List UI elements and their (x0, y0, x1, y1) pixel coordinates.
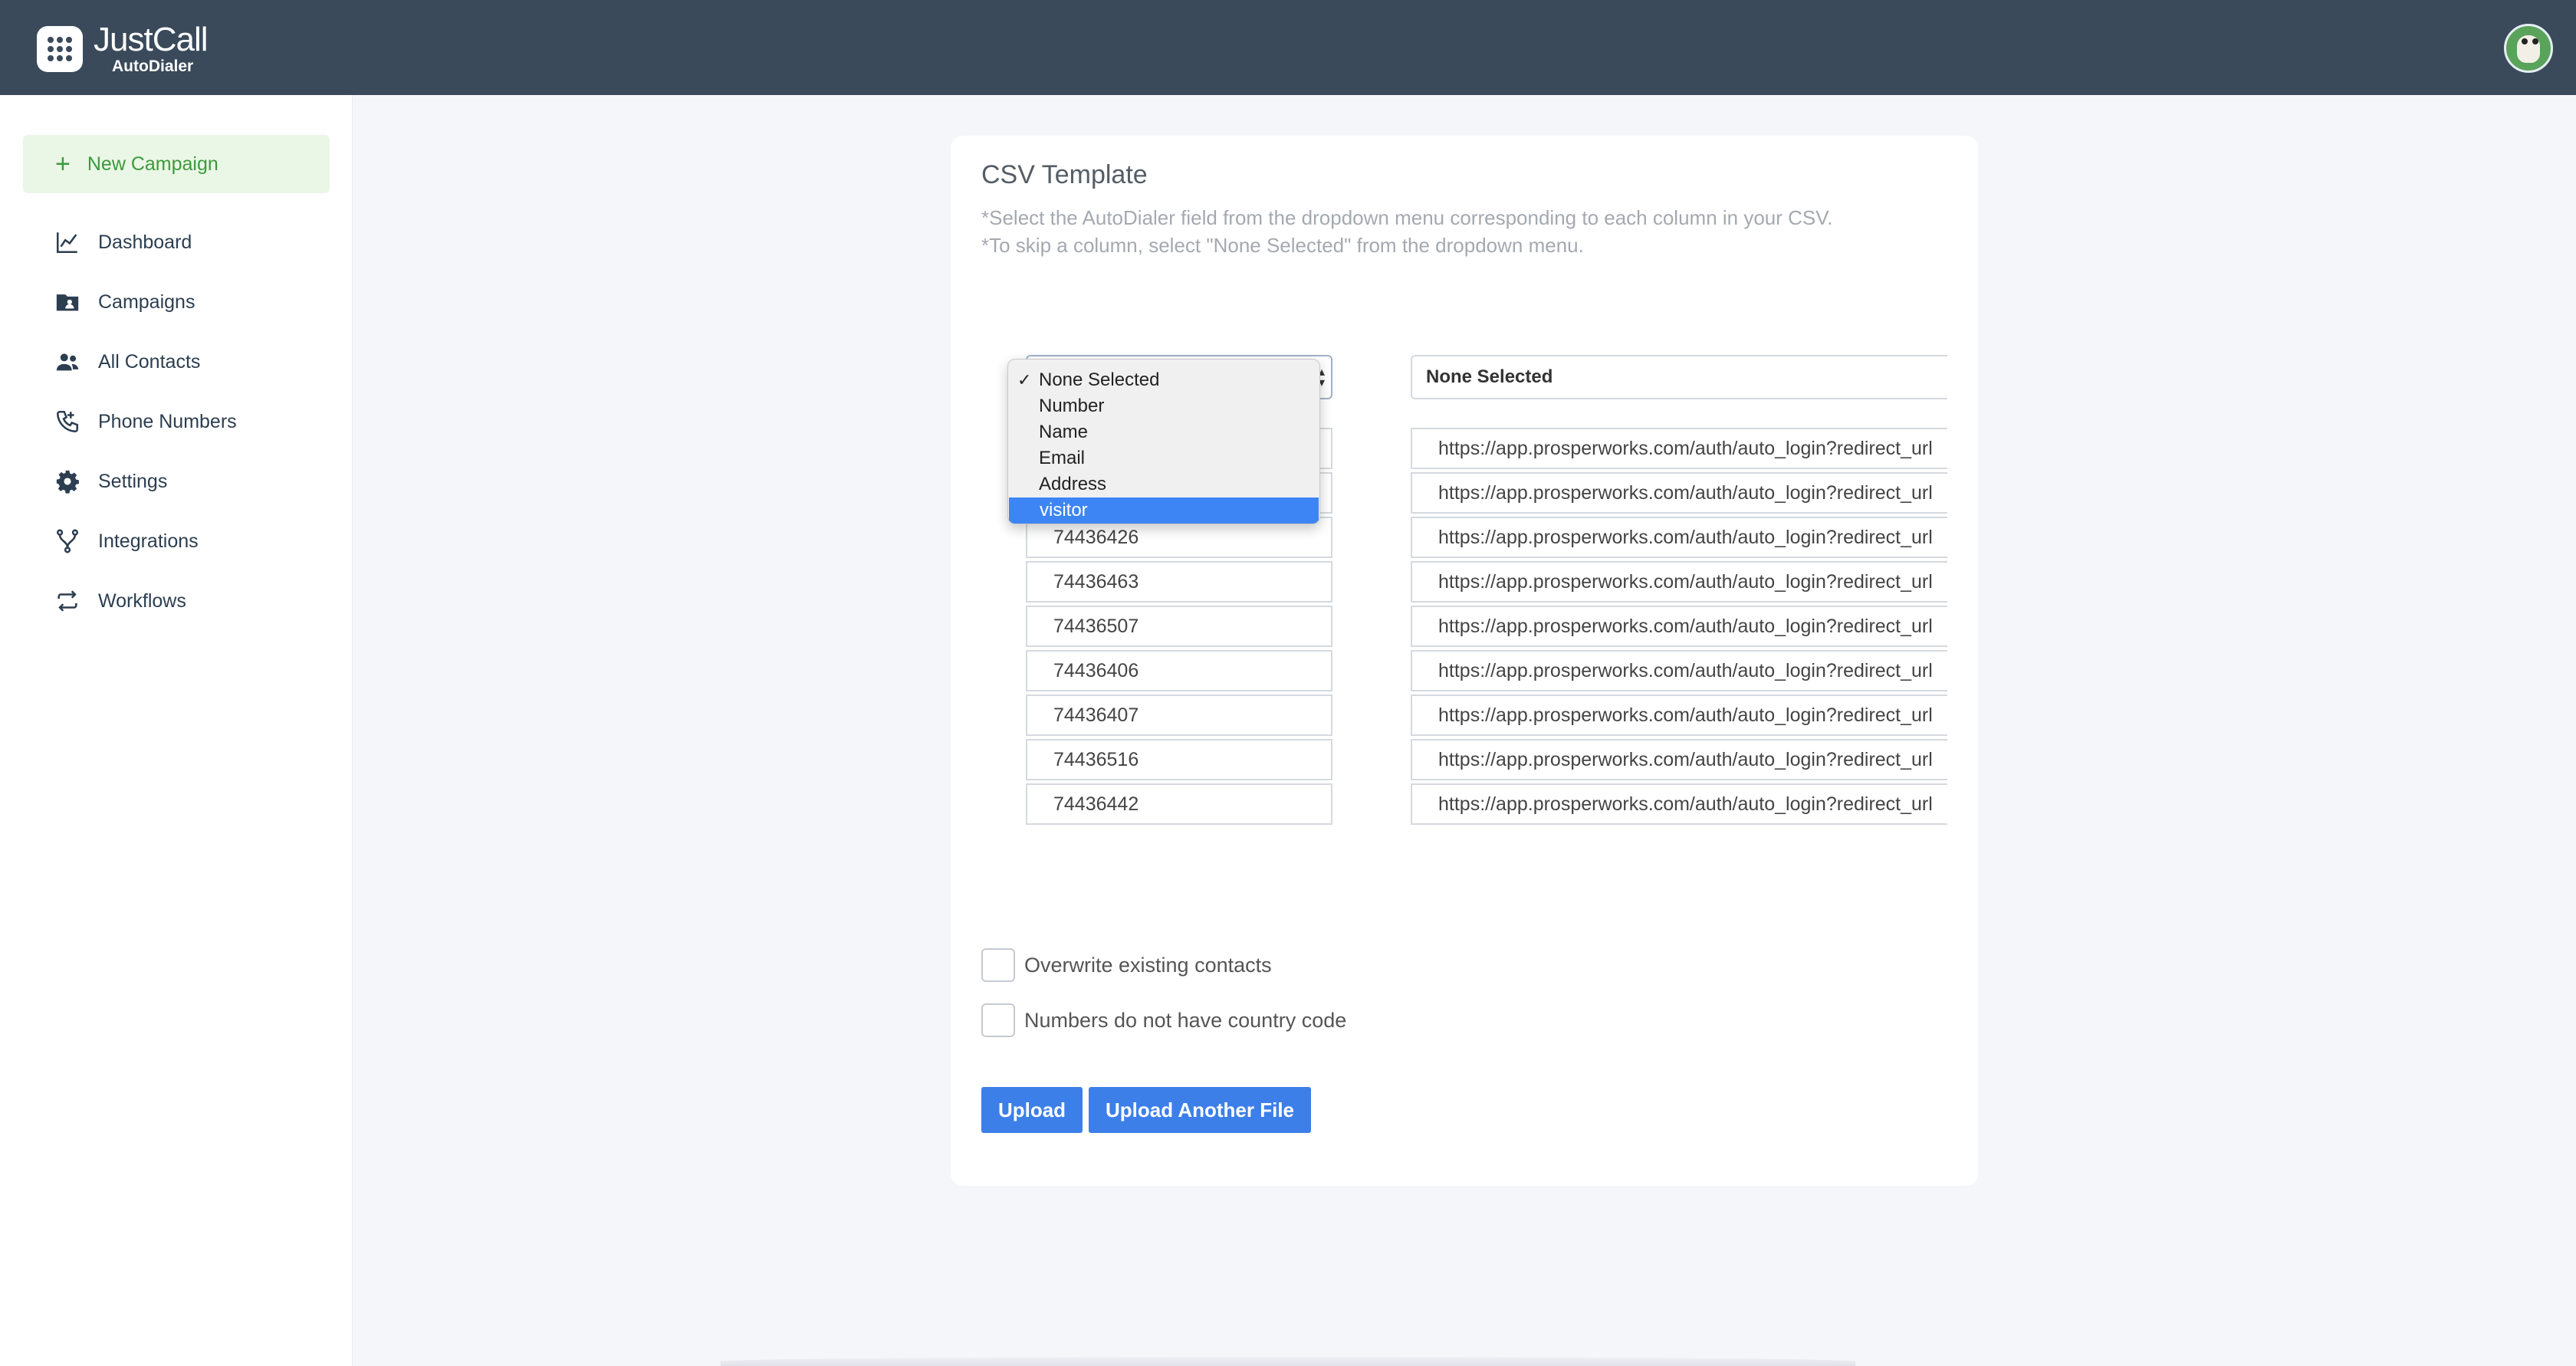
hint-select-field: *Select the AutoDialer field from the dr… (981, 206, 1833, 229)
sidebar-item-dashboard[interactable]: Dashboard (54, 223, 192, 261)
hint-skip-column: *To skip a column, select "None Selected… (981, 234, 1584, 257)
dropdown-option-number[interactable]: Number (1008, 393, 1319, 419)
table-cell-number: 74436407 (1026, 694, 1332, 736)
overwrite-contacts-label: Overwrite existing contacts (1024, 953, 1272, 977)
sidebar-item-integrations[interactable]: Integrations (54, 522, 199, 560)
checkmark-icon: ✓ (1017, 370, 1032, 389)
table-cell-url: https://app.prosperworks.com/auth/auto_l… (1411, 517, 1947, 558)
top-bar: JustCall AutoDialer (0, 0, 2576, 95)
no-country-code-option: Numbers do not have country code (981, 1003, 1346, 1037)
overwrite-contacts-checkbox[interactable] (981, 948, 1015, 982)
app-logo[interactable]: JustCall AutoDialer (37, 23, 208, 74)
no-country-code-checkbox[interactable] (981, 1003, 1015, 1037)
sidebar-item-all-contacts[interactable]: All Contacts (54, 343, 200, 381)
sidebar-item-phone-numbers[interactable]: Phone Numbers (54, 402, 237, 441)
dropdown-option-none-selected[interactable]: ✓ None Selected (1008, 367, 1319, 393)
upload-button[interactable]: Upload (981, 1087, 1083, 1133)
table-cell-url: https://app.prosperworks.com/auth/auto_l… (1411, 783, 1947, 825)
column-2-selected-value: None Selected (1426, 366, 1553, 387)
upload-another-file-button[interactable]: Upload Another File (1089, 1087, 1311, 1133)
table-cell-url: https://app.prosperworks.com/auth/auto_l… (1411, 694, 1947, 736)
repeat-icon (54, 587, 81, 615)
sidebar: + New Campaign Dashboard Campaigns All C… (0, 95, 353, 1366)
sidebar-item-label: Integrations (98, 530, 199, 552)
users-icon (54, 348, 81, 376)
logo-name: JustCall (94, 21, 208, 58)
table-cell-number: 74436406 (1026, 650, 1332, 691)
user-avatar[interactable] (2504, 24, 2553, 73)
table-cell-number: 74436516 (1026, 739, 1332, 780)
sidebar-item-campaigns[interactable]: Campaigns (54, 283, 195, 321)
phone-icon (54, 408, 81, 435)
plus-icon: + (55, 149, 71, 179)
dialpad-icon (37, 25, 83, 72)
table-cell-url: https://app.prosperworks.com/auth/auto_l… (1411, 739, 1947, 780)
sidebar-item-label: Phone Numbers (98, 410, 237, 432)
sidebar-item-label: Dashboard (98, 231, 192, 253)
sidebar-item-settings[interactable]: Settings (54, 462, 167, 501)
table-cell-url: https://app.prosperworks.com/auth/auto_l… (1411, 428, 1947, 469)
column-2-field-select[interactable]: None Selected (1411, 355, 1947, 399)
field-dropdown-menu: ✓ None Selected Number Name Email Addres… (1007, 359, 1320, 524)
dropdown-option-visitor[interactable]: visitor (1009, 497, 1319, 524)
csv-template-card: CSV Template *Select the AutoDialer fiel… (951, 136, 1978, 1186)
no-country-code-label: Numbers do not have country code (1024, 1008, 1347, 1032)
folder-user-icon (54, 288, 81, 316)
logo-subtitle: AutoDialer (112, 57, 194, 75)
sidebar-item-label: Settings (98, 470, 168, 492)
dropdown-option-email[interactable]: Email (1008, 445, 1319, 471)
bottom-shadow (721, 1357, 1855, 1366)
table-cell-url: https://app.prosperworks.com/auth/auto_l… (1411, 650, 1947, 691)
table-cell-number: 74436442 (1026, 783, 1332, 825)
sidebar-item-label: Workflows (98, 589, 186, 612)
sidebar-item-label: All Contacts (98, 350, 201, 373)
table-cell-url: https://app.prosperworks.com/auth/auto_l… (1411, 472, 1947, 514)
overwrite-contacts-option: Overwrite existing contacts (981, 948, 1272, 982)
sidebar-item-label: Campaigns (98, 291, 196, 313)
sidebar-item-workflows[interactable]: Workflows (54, 582, 186, 620)
table-cell-number: 74436507 (1026, 606, 1332, 647)
dropdown-option-name[interactable]: Name (1008, 419, 1319, 445)
chart-line-icon (54, 228, 81, 256)
table-cell-url: https://app.prosperworks.com/auth/auto_l… (1411, 561, 1947, 603)
branch-icon (54, 527, 81, 555)
new-campaign-label: New Campaign (87, 153, 219, 175)
dropdown-option-address[interactable]: Address (1008, 471, 1319, 497)
table-cell-number: 74436463 (1026, 561, 1332, 603)
card-title: CSV Template (981, 160, 1148, 189)
table-cell-url: https://app.prosperworks.com/auth/auto_l… (1411, 606, 1947, 647)
new-campaign-button[interactable]: + New Campaign (23, 135, 330, 193)
gear-icon (54, 468, 81, 495)
